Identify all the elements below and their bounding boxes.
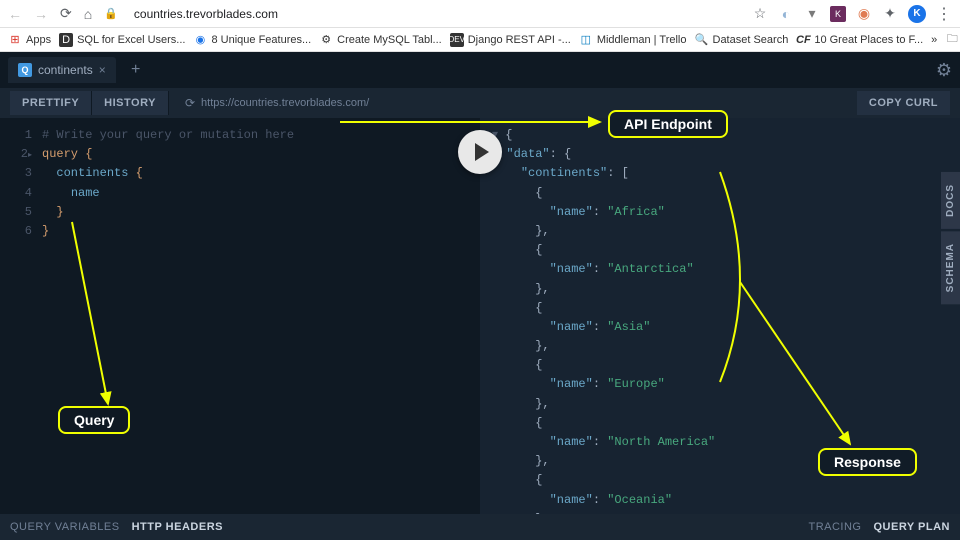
kebab-menu-icon[interactable]: ⋮: [936, 4, 952, 24]
close-icon[interactable]: ×: [99, 63, 106, 77]
side-rail: DOCS SCHEMA: [941, 172, 960, 306]
query-plan-tab[interactable]: QUERY PLAN: [873, 521, 950, 533]
tab-bar: Q continents × + ⚙: [0, 52, 960, 88]
tracing-tab[interactable]: TRACING: [808, 521, 861, 533]
browser-top-bar: ← → ⟳ ⌂ 🔒 countries.trevorblades.com ☆ ◐…: [0, 0, 960, 28]
endpoint-input[interactable]: ⟳ https://countries.trevorblades.com/: [177, 92, 857, 114]
query-tab[interactable]: Q continents ×: [8, 57, 116, 83]
apps-shortcut[interactable]: ⊞Apps: [8, 33, 51, 47]
add-tab-button[interactable]: +: [124, 58, 148, 82]
tab-label: continents: [38, 63, 93, 77]
bookmark-item[interactable]: ◫Middleman | Trello: [579, 33, 687, 47]
url-bar[interactable]: countries.trevorblades.com: [130, 7, 740, 21]
execute-button[interactable]: [458, 130, 502, 174]
star-icon[interactable]: ☆: [752, 6, 768, 22]
extension-icon-2[interactable]: ▾: [804, 6, 820, 22]
response-viewer[interactable]: ▾ { "data": { "continents": [ { "name": …: [480, 118, 960, 514]
reload-icon[interactable]: ⟳: [60, 5, 72, 22]
schema-button[interactable]: SCHEMA: [941, 231, 960, 304]
query-variables-tab[interactable]: QUERY VARIABLES: [10, 521, 120, 533]
profile-avatar[interactable]: K: [908, 5, 926, 23]
play-icon: [475, 143, 489, 161]
gear-icon[interactable]: ⚙: [936, 60, 952, 81]
bookmark-overflow[interactable]: »: [931, 34, 937, 46]
home-icon[interactable]: ⌂: [84, 6, 92, 22]
bookmark-item[interactable]: DEVDjango REST API -...: [450, 33, 571, 47]
bookmark-item[interactable]: ◉8 Unique Features...: [193, 33, 311, 47]
bookmark-item[interactable]: ⚙Create MySQL Tabl...: [319, 33, 442, 47]
prettify-button[interactable]: PRETTIFY: [10, 91, 92, 115]
bookmark-bar: ⊞Apps DSQL for Excel Users... ◉8 Unique …: [0, 28, 960, 52]
bookmark-item[interactable]: 🔍Dataset Search: [695, 33, 789, 47]
back-icon[interactable]: ←: [8, 6, 22, 22]
playground-toolbar: PRETTIFY HISTORY ⟳ https://countries.tre…: [0, 88, 960, 118]
graphql-playground: Q continents × + ⚙ PRETTIFY HISTORY ⟳ ht…: [0, 52, 960, 540]
editor-area: 1# Write your query or mutation here 2▸q…: [0, 118, 960, 514]
query-editor[interactable]: 1# Write your query or mutation here 2▸q…: [0, 118, 480, 514]
query-tab-icon: Q: [18, 63, 32, 77]
bookmark-item[interactable]: CF10 Great Places to F...: [796, 33, 923, 47]
history-button[interactable]: HISTORY: [92, 91, 169, 115]
docs-button[interactable]: DOCS: [941, 172, 960, 229]
other-bookmarks[interactable]: 🗀Other bookmarks: [945, 33, 960, 47]
extension-icon-4[interactable]: ◉: [856, 6, 872, 22]
extension-icon-3[interactable]: K: [830, 6, 846, 22]
extensions-icon[interactable]: ✦: [882, 6, 898, 22]
lock-icon: 🔒: [104, 7, 118, 20]
reload-endpoint-icon[interactable]: ⟳: [185, 96, 195, 110]
playground-footer: QUERY VARIABLES HTTP HEADERS TRACING QUE…: [0, 514, 960, 540]
extension-icon-1[interactable]: ◐: [778, 6, 794, 22]
copy-curl-button[interactable]: COPY CURL: [857, 91, 950, 115]
forward-icon[interactable]: →: [34, 6, 48, 22]
http-headers-tab[interactable]: HTTP HEADERS: [132, 521, 223, 533]
bookmark-item[interactable]: DSQL for Excel Users...: [59, 33, 185, 47]
